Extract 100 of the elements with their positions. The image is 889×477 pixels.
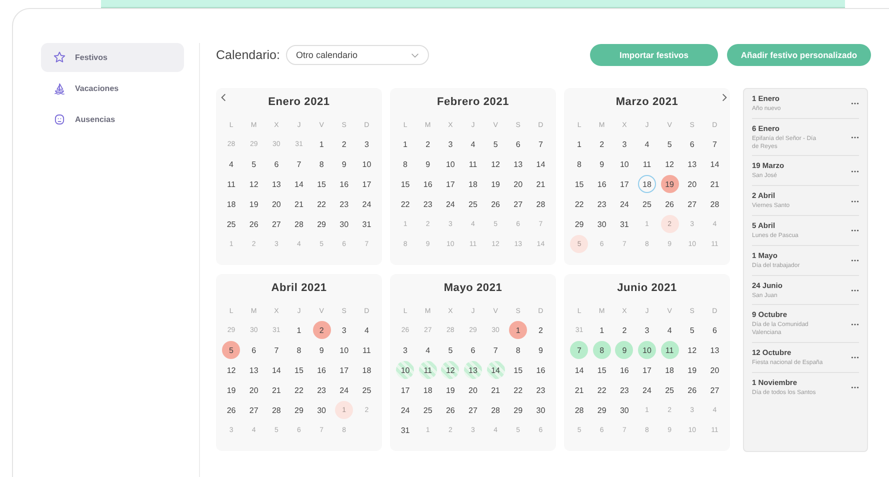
calendar-day[interactable]: 26	[244, 215, 263, 233]
calendar-day[interactable]: 4	[638, 135, 656, 153]
calendar-day[interactable]: 15	[570, 175, 588, 193]
calendar-day[interactable]: 17	[615, 175, 634, 193]
calendar-day[interactable]: 3	[615, 135, 634, 153]
calendar-day[interactable]: 13	[683, 155, 702, 173]
calendar-day[interactable]: 6	[509, 135, 528, 153]
calendar-day[interactable]: 25	[222, 215, 240, 233]
calendar-day[interactable]: 14	[290, 175, 308, 193]
calendar-day[interactable]: 31	[615, 215, 634, 233]
calendar-day[interactable]: 23	[615, 381, 634, 399]
calendar-day[interactable]: 18	[660, 361, 679, 379]
calendar-day[interactable]: 5	[441, 341, 460, 359]
calendar-day[interactable]: 9	[532, 341, 550, 359]
calendar-day[interactable]: 31	[358, 215, 376, 233]
calendar-day[interactable]: 1	[509, 321, 528, 339]
calendar-day[interactable]: 27	[244, 401, 263, 419]
calendar-day[interactable]: 28	[706, 195, 724, 213]
calendar-day[interactable]: 3	[335, 321, 354, 339]
calendar-day[interactable]: 22	[570, 195, 588, 213]
more-icon[interactable]	[851, 356, 859, 360]
sidebar-item[interactable]: Vacaciones	[41, 74, 184, 103]
calendar-day[interactable]: 17	[358, 175, 376, 193]
calendar-day[interactable]: 27	[683, 195, 702, 213]
calendar-day[interactable]: 6	[683, 135, 702, 153]
calendar-day[interactable]: 17	[335, 361, 354, 379]
calendar-day[interactable]: 12	[486, 155, 505, 173]
calendar-day[interactable]: 11	[660, 341, 679, 359]
calendar-day[interactable]: 20	[683, 175, 702, 193]
calendar-day[interactable]: 18	[638, 175, 656, 193]
calendar-day[interactable]: 24	[441, 195, 460, 213]
calendar-day[interactable]: 13	[267, 175, 286, 193]
calendar-day[interactable]: 24	[638, 381, 656, 399]
calendar-day[interactable]: 2	[592, 135, 611, 153]
calendar-day[interactable]: 28	[486, 401, 505, 419]
calendar-day[interactable]: 2	[312, 321, 331, 339]
calendar-day[interactable]: 25	[418, 401, 437, 419]
calendar-day[interactable]: 26	[441, 401, 460, 419]
calendar-day[interactable]: 29	[592, 401, 611, 419]
calendar-day[interactable]: 10	[441, 155, 460, 173]
more-icon[interactable]	[851, 259, 859, 262]
calendar-day[interactable]: 13	[706, 341, 724, 359]
calendar-day[interactable]: 9	[312, 341, 331, 359]
calendar-day[interactable]: 11	[418, 361, 437, 379]
calendar-day[interactable]: 19	[441, 381, 460, 399]
more-icon[interactable]	[851, 229, 859, 232]
calendar-day[interactable]: 27	[464, 401, 482, 419]
calendar-day[interactable]: 6	[267, 155, 286, 173]
calendar-day[interactable]: 21	[267, 381, 286, 399]
calendar-day[interactable]: 10	[358, 155, 376, 173]
calendar-day[interactable]: 11	[638, 155, 656, 173]
calendar-day[interactable]: 22	[396, 195, 414, 213]
calendar-day[interactable]: 7	[290, 155, 308, 173]
calendar-day[interactable]: 30	[312, 401, 331, 419]
sidebar-item[interactable]: Ausencias	[41, 105, 184, 134]
calendar-day[interactable]: 19	[486, 175, 505, 193]
calendar-day[interactable]: 28	[570, 401, 588, 419]
calendar-day[interactable]: 12	[441, 361, 460, 379]
sidebar-item[interactable]: Festivos	[41, 43, 184, 72]
calendar-day[interactable]: 2	[418, 135, 437, 153]
calendar-day[interactable]: 1	[290, 321, 308, 339]
calendar-day[interactable]: 22	[312, 195, 331, 213]
calendar-dropdown[interactable]: Otro calendario	[286, 45, 429, 65]
calendar-day[interactable]: 28	[532, 195, 550, 213]
calendar-day[interactable]: 24	[358, 195, 376, 213]
calendar-day[interactable]: 5	[683, 321, 702, 339]
calendar-day[interactable]: 1	[312, 135, 331, 153]
calendar-day[interactable]: 19	[660, 175, 679, 193]
calendar-day[interactable]: 9	[615, 341, 634, 359]
calendar-day[interactable]: 26	[683, 381, 702, 399]
calendar-day[interactable]: 23	[592, 195, 611, 213]
calendar-day[interactable]: 23	[335, 195, 354, 213]
calendar-day[interactable]: 16	[418, 175, 437, 193]
calendar-day[interactable]: 27	[509, 195, 528, 213]
more-icon[interactable]	[851, 136, 859, 140]
calendar-day[interactable]: 21	[532, 175, 550, 193]
calendar-day[interactable]: 23	[532, 381, 550, 399]
calendar-day[interactable]: 16	[335, 175, 354, 193]
calendar-day[interactable]: 25	[464, 195, 482, 213]
calendar-day[interactable]: 5	[244, 155, 263, 173]
calendar-day[interactable]: 22	[509, 381, 528, 399]
calendar-day[interactable]: 17	[441, 175, 460, 193]
calendar-day[interactable]: 26	[222, 401, 240, 419]
next-icon[interactable]	[722, 93, 727, 102]
calendar-day[interactable]: 22	[290, 381, 308, 399]
calendar-day[interactable]: 4	[464, 135, 482, 153]
calendar-day[interactable]: 8	[592, 341, 611, 359]
calendar-day[interactable]: 19	[244, 195, 263, 213]
more-icon[interactable]	[851, 386, 859, 390]
more-icon[interactable]	[851, 102, 859, 106]
calendar-day[interactable]: 8	[570, 155, 588, 173]
calendar-day[interactable]: 27	[267, 215, 286, 233]
calendar-day[interactable]: 3	[638, 321, 656, 339]
calendar-day[interactable]: 20	[706, 361, 724, 379]
calendar-day[interactable]: 25	[358, 381, 376, 399]
calendar-day[interactable]: 5	[660, 135, 679, 153]
calendar-day[interactable]: 9	[335, 155, 354, 173]
calendar-day[interactable]: 24	[615, 195, 634, 213]
calendar-day[interactable]: 8	[396, 155, 414, 173]
calendar-day[interactable]: 20	[509, 175, 528, 193]
